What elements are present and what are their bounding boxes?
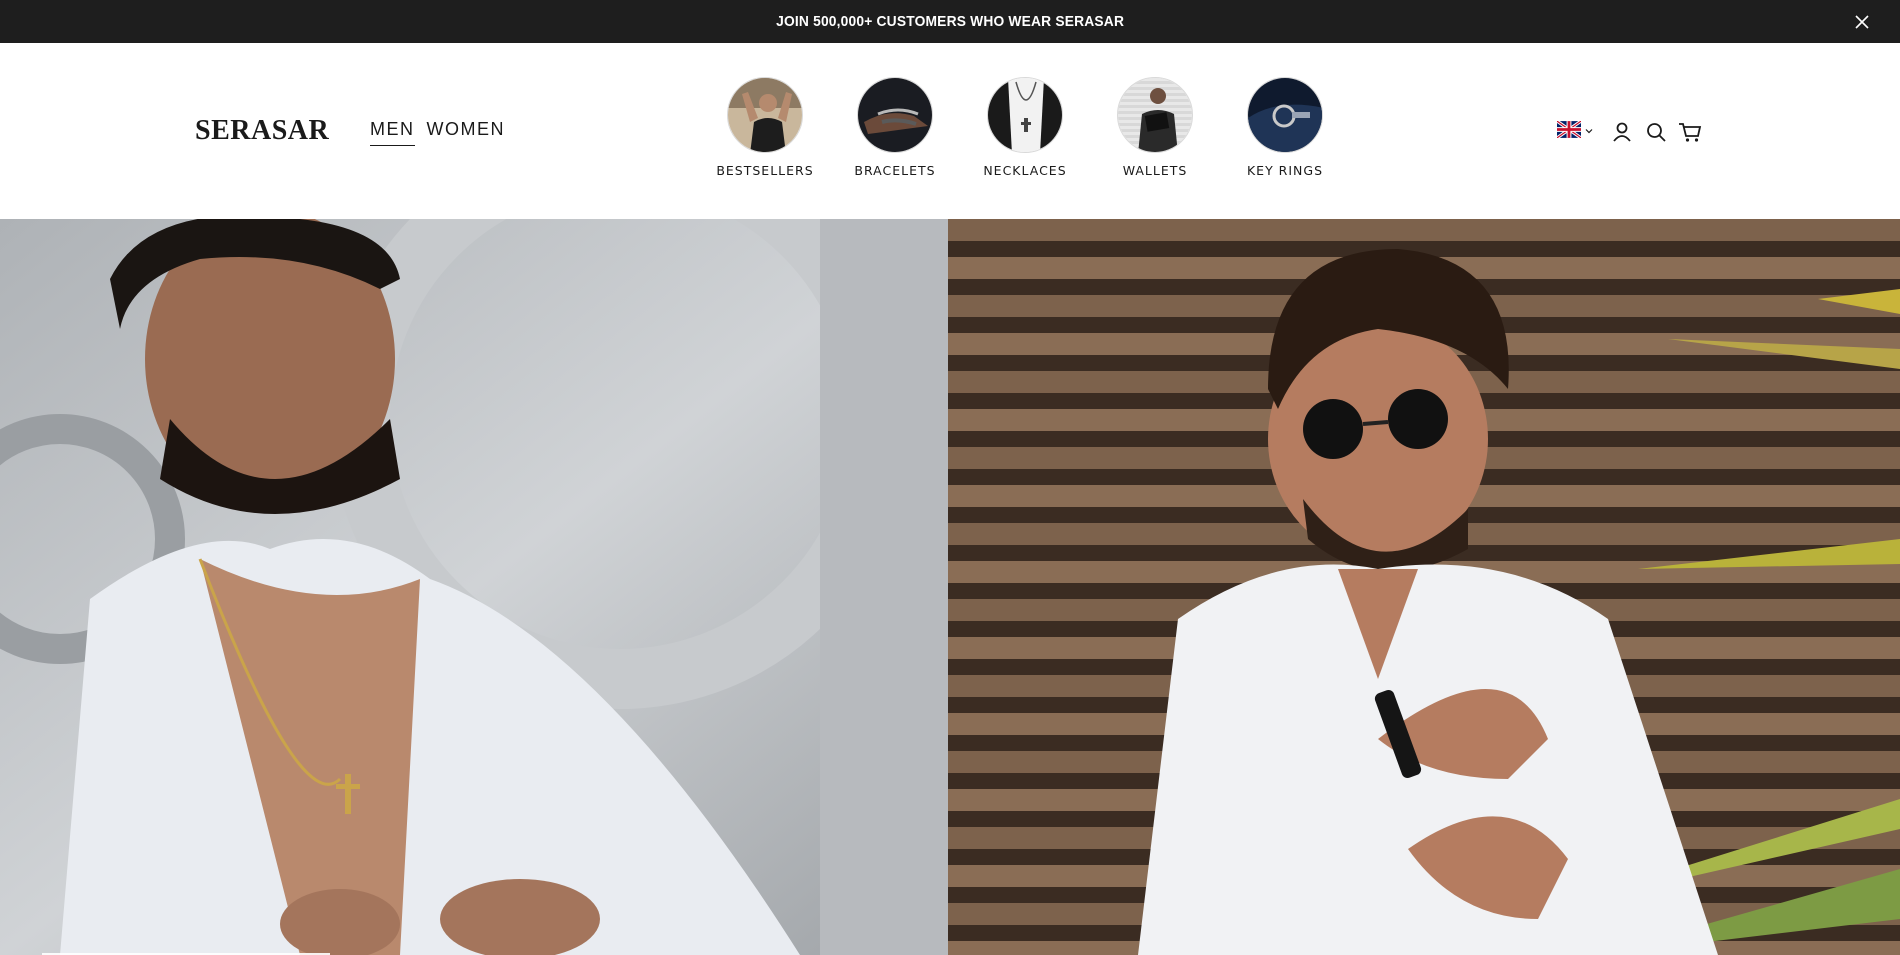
category-thumbnail bbox=[1117, 77, 1193, 153]
user-icon[interactable] bbox=[1610, 120, 1634, 144]
hero-section bbox=[0, 219, 1900, 955]
locale-selector[interactable] bbox=[1556, 119, 1594, 143]
category-thumbnail bbox=[857, 77, 933, 153]
category-thumbnail bbox=[727, 77, 803, 153]
header-utilities bbox=[1556, 119, 1702, 144]
hero-image-right[interactable] bbox=[948, 219, 1900, 955]
category-label: WALLETS bbox=[1122, 163, 1188, 178]
category-thumbnail bbox=[1247, 77, 1323, 153]
announcement-bar: JOIN 500,000+ CUSTOMERS WHO WEAR SERASAR bbox=[0, 0, 1900, 43]
category-thumbnail bbox=[987, 77, 1063, 153]
search-icon[interactable] bbox=[1644, 120, 1668, 144]
announcement-text: JOIN 500,000+ CUSTOMERS WHO WEAR SERASAR bbox=[776, 13, 1124, 30]
close-icon[interactable] bbox=[1852, 12, 1872, 32]
hero-image-left[interactable] bbox=[0, 219, 948, 955]
category-label: NECKLACES bbox=[983, 163, 1067, 178]
category-necklaces[interactable]: NECKLACES bbox=[965, 77, 1085, 178]
category-label: KEY RINGS bbox=[1246, 163, 1324, 178]
category-bracelets[interactable]: BRACELETS bbox=[835, 77, 955, 178]
site-header: SERASAR MEN WOMEN BESTSELLERS BRACELETS … bbox=[0, 43, 1900, 219]
chevron-down-icon bbox=[1584, 123, 1594, 141]
category-wallets[interactable]: WALLETS bbox=[1095, 77, 1215, 178]
category-key-rings[interactable]: KEY RINGS bbox=[1225, 77, 1345, 178]
category-label: BESTSELLERS bbox=[716, 163, 814, 178]
cart-icon[interactable] bbox=[1678, 120, 1702, 144]
category-label: BRACELETS bbox=[854, 163, 936, 178]
uk-flag-icon bbox=[1556, 119, 1582, 143]
category-bestsellers[interactable]: BESTSELLERS bbox=[705, 77, 825, 178]
